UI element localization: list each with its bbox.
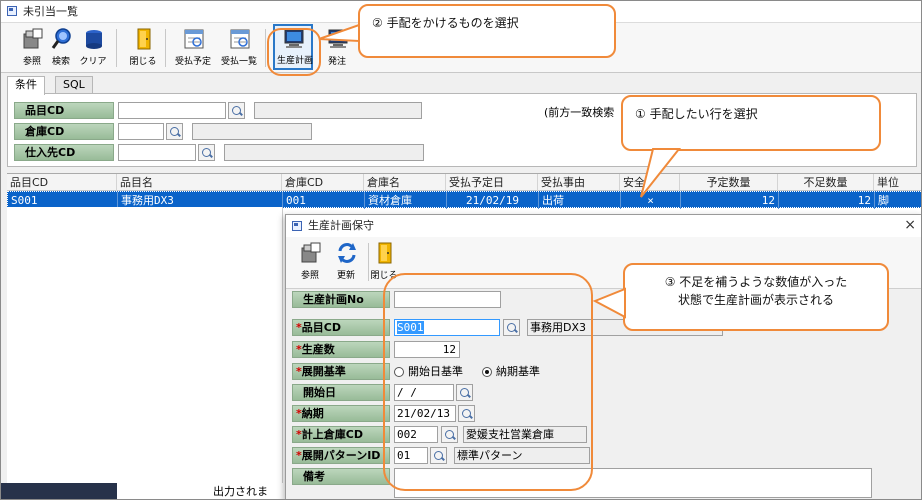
callout-pointers [318, 23, 682, 319]
pointer-step1 [640, 148, 682, 198]
app-window: 未引当一覧 参照 検索 クリア 閉じる 受払予定 受払一覧 生産計画 発注 条件… [0, 0, 922, 500]
pointer-step3 [592, 287, 626, 319]
pointer-step2 [318, 23, 360, 43]
